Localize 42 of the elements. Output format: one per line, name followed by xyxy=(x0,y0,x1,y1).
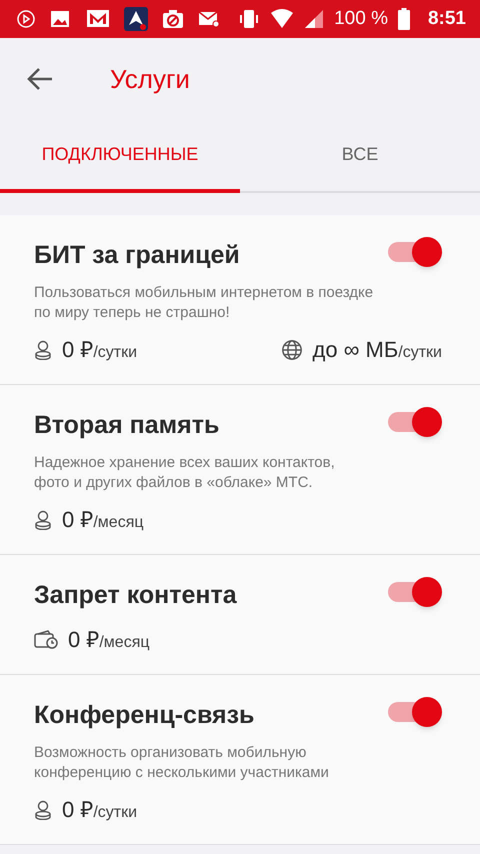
price-amount: 0 ₽ xyxy=(62,506,94,534)
service-card[interactable]: Запрет контента 0 ₽/месяц xyxy=(0,555,480,675)
envelope-icon xyxy=(198,10,220,28)
image-icon xyxy=(50,10,70,28)
back-arrow-icon[interactable] xyxy=(26,67,54,91)
wifi-icon xyxy=(270,9,294,29)
price-unit: /сутки xyxy=(93,343,138,363)
tab[interactable]: ВСЕ xyxy=(240,120,480,193)
service-title: БИТ за границей xyxy=(34,240,240,271)
service-description: Пользоваться мобильным интернетом в поездке по миру теперь не страшно! xyxy=(34,283,374,323)
price-unit: /месяц xyxy=(93,513,144,533)
clock-time: 8:51 xyxy=(428,6,466,31)
service-title: Вторая память xyxy=(34,410,220,441)
service-title: Конференц-связь xyxy=(34,700,254,731)
service-description: Надежное хранение всех ваших контактов, фото и других файлов в «облаке» МТС. xyxy=(34,453,336,493)
wallet-clock-icon xyxy=(34,630,58,650)
service-card[interactable]: Вторая память Надежное хранение всех ваших контактов, фото и других файлов в «облаке» МТС. 0 ₽/месяц xyxy=(0,385,480,555)
mail-icon xyxy=(84,9,110,29)
service-description: Возможность организовать мобильную конференцию с несколькими участниками xyxy=(34,743,330,783)
battery-percent: 100 % xyxy=(334,6,388,31)
service-card[interactable]: БИТ за границей Пользоваться мобильным интернетом в поездке по миру теперь не страшно! 0 ₽/сутки до ∞ МБ/сутки xyxy=(0,215,480,385)
tab[interactable]: ПОДКЛЮЧЕННЫЕ xyxy=(0,120,240,193)
price-amount: 0 ₽ xyxy=(68,626,100,654)
coins-icon xyxy=(34,800,52,820)
coins-icon xyxy=(34,510,52,530)
price-amount: 0 ₽ xyxy=(62,796,94,824)
price-amount: 0 ₽ xyxy=(62,336,94,364)
app-icon xyxy=(124,7,148,31)
price-unit: /сутки xyxy=(93,803,138,823)
vibrate-icon xyxy=(238,9,260,29)
price-unit: /сутки xyxy=(398,343,442,363)
price-unit: /месяц xyxy=(99,633,150,653)
battery-icon xyxy=(398,8,410,30)
globe-icon xyxy=(280,338,303,360)
service-card[interactable]: Конференц-связь Возможность организовать мобильную конференцию с несколькими участниками 0 ₽/сутки xyxy=(0,675,480,845)
coins-icon xyxy=(34,340,52,360)
camera-off-icon xyxy=(162,9,184,29)
service-title: Запрет контента xyxy=(34,580,237,611)
price-amount: до ∞ МБ xyxy=(312,336,398,364)
play-icon xyxy=(16,9,36,29)
page-title: Услуги xyxy=(110,62,190,96)
signal-icon xyxy=(304,9,324,29)
